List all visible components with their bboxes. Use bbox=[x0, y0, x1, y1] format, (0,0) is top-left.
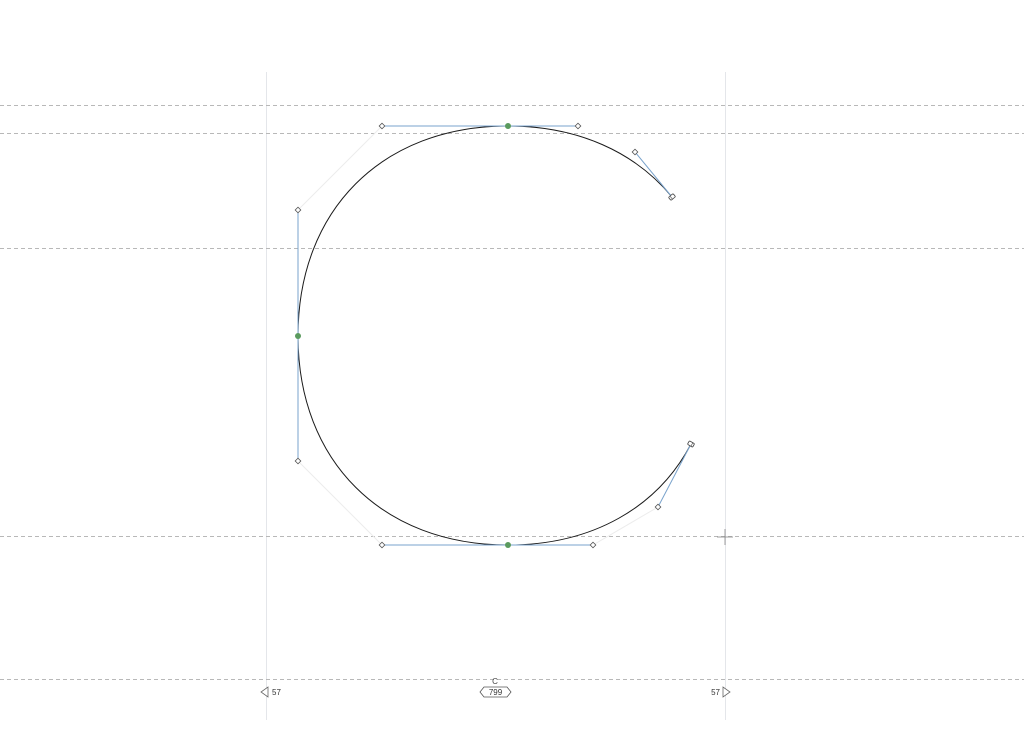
on-curve-smooth-point[interactable] bbox=[505, 123, 511, 129]
glyph-edit-canvas[interactable]: 57 C 799 57 bbox=[0, 0, 1024, 739]
glyph-edit-view[interactable]: 57 C 799 57 bbox=[0, 0, 1024, 739]
on-curve-smooth-point[interactable] bbox=[295, 333, 301, 339]
advance-width-value[interactable]: 799 bbox=[489, 688, 503, 697]
canvas-background bbox=[0, 0, 1024, 739]
glyph-name-label: C bbox=[492, 677, 498, 686]
on-curve-smooth-point[interactable] bbox=[505, 542, 511, 548]
advance-width-indicator[interactable]: 799 bbox=[479, 686, 512, 698]
left-sidebearing-value[interactable]: 57 bbox=[272, 688, 281, 697]
right-sidebearing-value[interactable]: 57 bbox=[711, 688, 720, 697]
